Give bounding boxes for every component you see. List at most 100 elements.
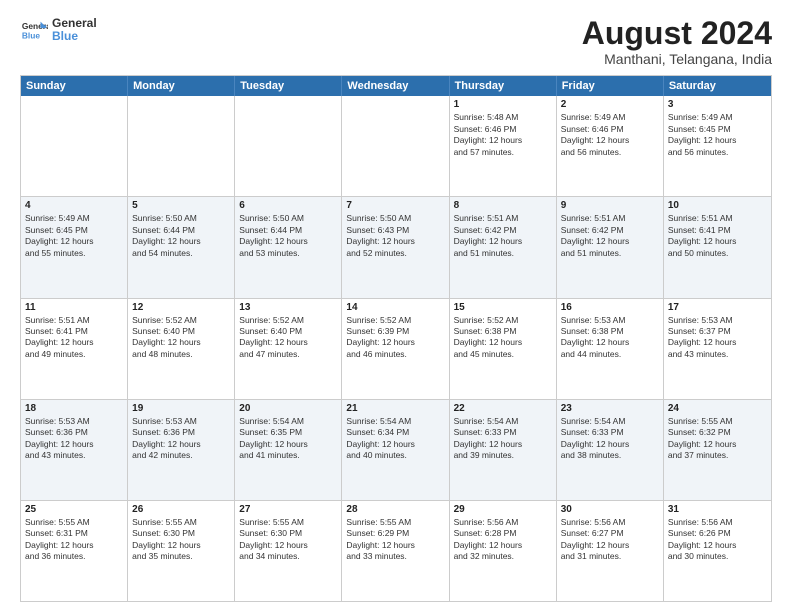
day-number: 26	[132, 504, 230, 515]
day-number: 7	[346, 200, 444, 211]
cell-info: Sunrise: 5:51 AM Sunset: 6:42 PM Dayligh…	[454, 213, 552, 259]
calendar-cell: 30Sunrise: 5:56 AM Sunset: 6:27 PM Dayli…	[557, 501, 664, 601]
weekday-header-sunday: Sunday	[21, 76, 128, 96]
day-number: 23	[561, 403, 659, 414]
cell-info: Sunrise: 5:50 AM Sunset: 6:44 PM Dayligh…	[132, 213, 230, 259]
calendar-cell	[128, 96, 235, 196]
calendar-cell: 29 Sunrise: 5:56 AM Sunset: 6:28 PM Dayli…	[450, 501, 557, 601]
day-number: 30	[561, 504, 659, 515]
calendar-cell: 4 Sunrise: 5:49 AM Sunset: 6:45 PM Daylig…	[21, 197, 128, 297]
calendar-cell: 12Sunrise: 5:52 AM Sunset: 6:40 PM Dayli…	[128, 299, 235, 399]
calendar-cell: 11Sunrise: 5:51 AM Sunset: 6:41 PM Dayli…	[21, 299, 128, 399]
day-number: 16	[561, 302, 659, 313]
calendar-cell	[235, 96, 342, 196]
day-number: 8	[454, 200, 552, 211]
cell-info: Sunrise: 5:54 AM Sunset: 6:33 PM Dayligh…	[454, 416, 552, 462]
page: General Blue General Blue August 2024 Ma…	[0, 0, 792, 612]
day-number: 13	[239, 302, 337, 313]
calendar-row-3: 18 Sunrise: 5:53 AM Sunset: 6:36 PM Dayli…	[21, 399, 771, 500]
logo-icon: General Blue	[20, 16, 48, 44]
day-number: 3	[668, 99, 767, 110]
cell-info: Sunrise: 5:49 AM Sunset: 6:45 PM Dayligh…	[668, 112, 767, 158]
cell-info: Sunrise: 5:54 AM Sunset: 6:34 PM Dayligh…	[346, 416, 444, 462]
calendar-cell: 22Sunrise: 5:54 AM Sunset: 6:33 PM Dayli…	[450, 400, 557, 500]
calendar-row-4: 25Sunrise: 5:55 AM Sunset: 6:31 PM Dayli…	[21, 500, 771, 601]
weekday-header-thursday: Thursday	[450, 76, 557, 96]
cell-info: Sunrise: 5:53 AM Sunset: 6:38 PM Dayligh…	[561, 315, 659, 361]
calendar-cell: 2 Sunrise: 5:49 AM Sunset: 6:46 PM Daylig…	[557, 96, 664, 196]
calendar-cell: 6 Sunrise: 5:50 AM Sunset: 6:44 PM Daylig…	[235, 197, 342, 297]
cell-info: Sunrise: 5:51 AM Sunset: 6:41 PM Dayligh…	[25, 315, 123, 361]
calendar: SundayMondayTuesdayWednesdayThursdayFrid…	[20, 75, 772, 602]
calendar-cell: 20 Sunrise: 5:54 AM Sunset: 6:35 PM Dayli…	[235, 400, 342, 500]
cell-info: Sunrise: 5:53 AM Sunset: 6:37 PM Dayligh…	[668, 315, 767, 361]
calendar-cell: 23 Sunrise: 5:54 AM Sunset: 6:33 PM Dayli…	[557, 400, 664, 500]
calendar-row-2: 11Sunrise: 5:51 AM Sunset: 6:41 PM Dayli…	[21, 298, 771, 399]
day-number: 18	[25, 403, 123, 414]
calendar-cell: 15Sunrise: 5:52 AM Sunset: 6:38 PM Dayli…	[450, 299, 557, 399]
calendar-cell: 24Sunrise: 5:55 AM Sunset: 6:32 PM Dayli…	[664, 400, 771, 500]
calendar-cell: 10 Sunrise: 5:51 AM Sunset: 6:41 PM Dayli…	[664, 197, 771, 297]
title-block: August 2024 Manthani, Telangana, India	[582, 16, 772, 67]
weekday-header-monday: Monday	[128, 76, 235, 96]
cell-info: Sunrise: 5:50 AM Sunset: 6:44 PM Dayligh…	[239, 213, 337, 259]
calendar-cell: 1Sunrise: 5:48 AM Sunset: 6:46 PM Daylig…	[450, 96, 557, 196]
header: General Blue General Blue August 2024 Ma…	[20, 16, 772, 67]
cell-info: Sunrise: 5:54 AM Sunset: 6:35 PM Dayligh…	[239, 416, 337, 462]
day-number: 25	[25, 504, 123, 515]
cell-info: Sunrise: 5:49 AM Sunset: 6:46 PM Dayligh…	[561, 112, 659, 158]
cell-info: Sunrise: 5:50 AM Sunset: 6:43 PM Dayligh…	[346, 213, 444, 259]
calendar-cell	[21, 96, 128, 196]
weekday-header-friday: Friday	[557, 76, 664, 96]
calendar-cell: 3 Sunrise: 5:49 AM Sunset: 6:45 PM Daylig…	[664, 96, 771, 196]
weekday-header-saturday: Saturday	[664, 76, 771, 96]
cell-info: Sunrise: 5:49 AM Sunset: 6:45 PM Dayligh…	[25, 213, 123, 259]
calendar-cell: 17 Sunrise: 5:53 AM Sunset: 6:37 PM Dayli…	[664, 299, 771, 399]
calendar-row-0: 1Sunrise: 5:48 AM Sunset: 6:46 PM Daylig…	[21, 96, 771, 196]
calendar-cell: 18Sunrise: 5:53 AM Sunset: 6:36 PM Dayli…	[21, 400, 128, 500]
day-number: 4	[25, 200, 123, 211]
calendar-cell: 13 Sunrise: 5:52 AM Sunset: 6:40 PM Dayli…	[235, 299, 342, 399]
cell-info: Sunrise: 5:55 AM Sunset: 6:30 PM Dayligh…	[132, 517, 230, 563]
calendar-cell: 8 Sunrise: 5:51 AM Sunset: 6:42 PM Daylig…	[450, 197, 557, 297]
calendar-cell: 5 Sunrise: 5:50 AM Sunset: 6:44 PM Daylig…	[128, 197, 235, 297]
calendar-cell: 28 Sunrise: 5:55 AM Sunset: 6:29 PM Dayli…	[342, 501, 449, 601]
day-number: 19	[132, 403, 230, 414]
cell-info: Sunrise: 5:55 AM Sunset: 6:29 PM Dayligh…	[346, 517, 444, 563]
subtitle: Manthani, Telangana, India	[582, 51, 772, 67]
cell-info: Sunrise: 5:55 AM Sunset: 6:30 PM Dayligh…	[239, 517, 337, 563]
calendar-header: SundayMondayTuesdayWednesdayThursdayFrid…	[21, 76, 771, 96]
weekday-header-wednesday: Wednesday	[342, 76, 449, 96]
day-number: 31	[668, 504, 767, 515]
day-number: 20	[239, 403, 337, 414]
calendar-body: 1Sunrise: 5:48 AM Sunset: 6:46 PM Daylig…	[21, 96, 771, 601]
cell-info: Sunrise: 5:55 AM Sunset: 6:32 PM Dayligh…	[668, 416, 767, 462]
cell-info: Sunrise: 5:48 AM Sunset: 6:46 PM Dayligh…	[454, 112, 552, 158]
day-number: 27	[239, 504, 337, 515]
day-number: 10	[668, 200, 767, 211]
cell-info: Sunrise: 5:54 AM Sunset: 6:33 PM Dayligh…	[561, 416, 659, 462]
logo: General Blue General Blue	[20, 16, 97, 44]
cell-info: Sunrise: 5:52 AM Sunset: 6:40 PM Dayligh…	[239, 315, 337, 361]
day-number: 9	[561, 200, 659, 211]
cell-info: Sunrise: 5:53 AM Sunset: 6:36 PM Dayligh…	[132, 416, 230, 462]
day-number: 6	[239, 200, 337, 211]
day-number: 29	[454, 504, 552, 515]
calendar-row-1: 4 Sunrise: 5:49 AM Sunset: 6:45 PM Daylig…	[21, 196, 771, 297]
cell-info: Sunrise: 5:52 AM Sunset: 6:39 PM Dayligh…	[346, 315, 444, 361]
cell-info: Sunrise: 5:51 AM Sunset: 6:42 PM Dayligh…	[561, 213, 659, 259]
cell-info: Sunrise: 5:56 AM Sunset: 6:28 PM Dayligh…	[454, 517, 552, 563]
cell-info: Sunrise: 5:56 AM Sunset: 6:26 PM Dayligh…	[668, 517, 767, 563]
day-number: 14	[346, 302, 444, 313]
calendar-cell: 25Sunrise: 5:55 AM Sunset: 6:31 PM Dayli…	[21, 501, 128, 601]
day-number: 28	[346, 504, 444, 515]
calendar-cell: 19 Sunrise: 5:53 AM Sunset: 6:36 PM Dayli…	[128, 400, 235, 500]
day-number: 17	[668, 302, 767, 313]
calendar-cell: 7 Sunrise: 5:50 AM Sunset: 6:43 PM Daylig…	[342, 197, 449, 297]
day-number: 5	[132, 200, 230, 211]
cell-info: Sunrise: 5:51 AM Sunset: 6:41 PM Dayligh…	[668, 213, 767, 259]
day-number: 21	[346, 403, 444, 414]
calendar-cell: 21 Sunrise: 5:54 AM Sunset: 6:34 PM Dayli…	[342, 400, 449, 500]
day-number: 2	[561, 99, 659, 110]
main-title: August 2024	[582, 16, 772, 51]
